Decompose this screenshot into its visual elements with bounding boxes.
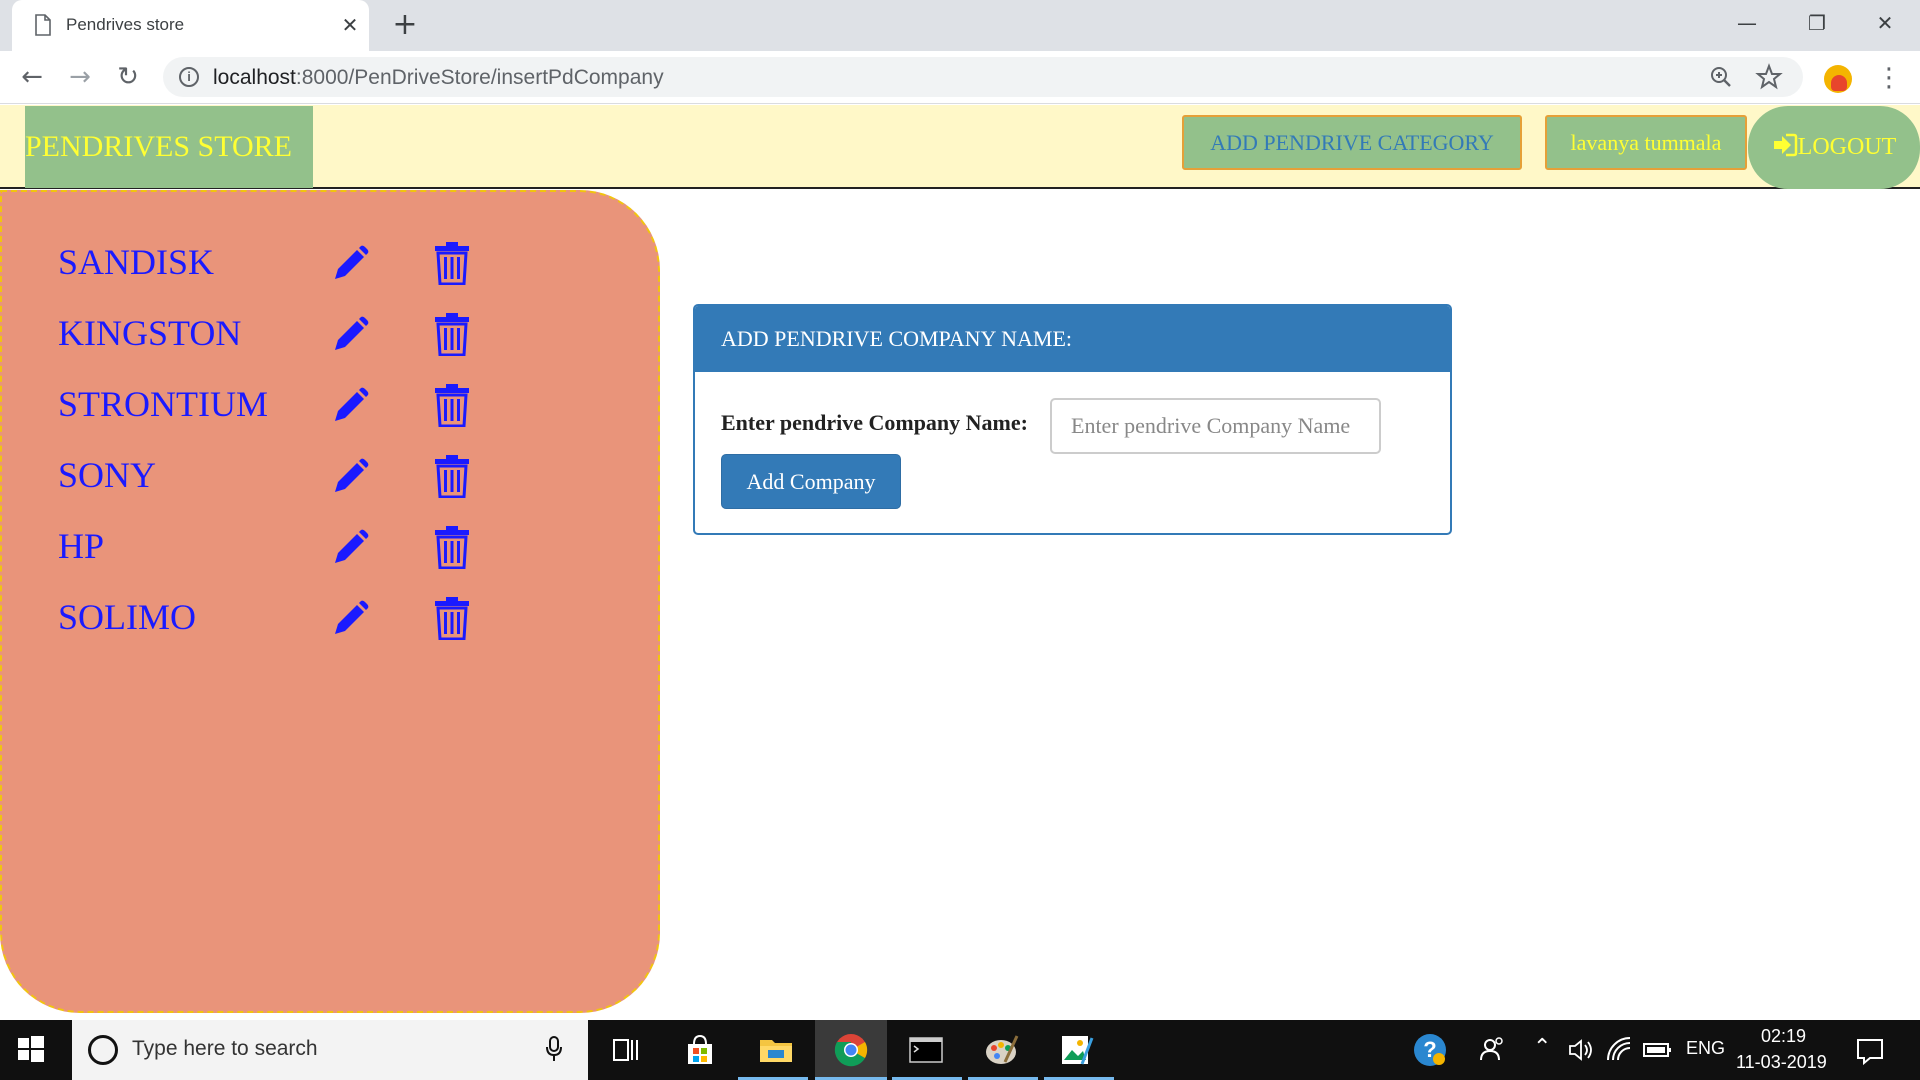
volume-icon[interactable] bbox=[1562, 1030, 1602, 1070]
edit-pencil-icon[interactable] bbox=[330, 528, 370, 568]
edit-pencil-icon[interactable] bbox=[330, 599, 370, 639]
company-row: HP bbox=[2, 523, 662, 583]
edit-pencil-icon[interactable] bbox=[330, 457, 370, 497]
edit-pencil-icon[interactable] bbox=[330, 244, 370, 284]
user-name-button[interactable]: lavanya tummala bbox=[1545, 115, 1747, 170]
company-sidebar: SANDISK KINGSTON STRONTIUM SONY HP SOLIM… bbox=[0, 190, 660, 1013]
people-icon[interactable] bbox=[1472, 1030, 1512, 1070]
document-icon bbox=[35, 14, 51, 36]
search-placeholder: Type here to search bbox=[132, 1037, 318, 1060]
window-close-icon[interactable]: ✕ bbox=[1865, 8, 1905, 38]
company-row: SANDISK bbox=[2, 239, 662, 299]
company-row: SONY bbox=[2, 452, 662, 512]
logout-icon bbox=[1773, 133, 1797, 157]
windows-start-icon[interactable] bbox=[16, 1034, 46, 1064]
url-text[interactable]: localhost:8000/PenDriveStore/insertPdCom… bbox=[213, 66, 664, 90]
forward-icon[interactable]: → bbox=[62, 59, 98, 95]
command-prompt-icon[interactable] bbox=[906, 1030, 946, 1070]
minimize-icon[interactable]: — bbox=[1727, 8, 1767, 38]
file-explorer-icon[interactable] bbox=[756, 1030, 796, 1070]
tab-title: Pendrives store bbox=[66, 15, 185, 34]
restore-icon[interactable]: ❐ bbox=[1797, 8, 1837, 38]
taskbar-search[interactable]: Type here to search bbox=[72, 1020, 588, 1080]
edit-pencil-icon[interactable] bbox=[330, 315, 370, 355]
help-icon[interactable]: ? bbox=[1410, 1030, 1450, 1070]
add-category-button[interactable]: ADD PENDRIVE CATEGORY bbox=[1182, 115, 1522, 170]
wifi-icon[interactable] bbox=[1600, 1030, 1640, 1070]
add-company-panel: ADD PENDRIVE COMPANY NAME: Enter pendriv… bbox=[693, 304, 1452, 535]
svg-text:?: ? bbox=[1423, 1037, 1436, 1062]
company-link[interactable]: KINGSTON bbox=[58, 310, 241, 356]
back-icon[interactable]: ← bbox=[14, 59, 50, 95]
clock-date[interactable]: 11-03-2019 bbox=[1736, 1052, 1827, 1073]
url-path: :8000/PenDriveStore/insertPdCompany bbox=[295, 66, 664, 89]
company-link[interactable]: STRONTIUM bbox=[58, 381, 268, 427]
delete-trash-icon[interactable] bbox=[434, 454, 470, 498]
chrome-icon[interactable] bbox=[831, 1030, 871, 1070]
url-host: localhost bbox=[213, 66, 296, 89]
clock-time[interactable]: 02:19 bbox=[1761, 1026, 1806, 1047]
edit-pencil-icon[interactable] bbox=[330, 386, 370, 426]
delete-trash-icon[interactable] bbox=[434, 383, 470, 427]
company-link[interactable]: SOLIMO bbox=[58, 594, 196, 640]
add-company-button[interactable]: Add Company bbox=[721, 454, 901, 509]
delete-trash-icon[interactable] bbox=[434, 596, 470, 640]
delete-trash-icon[interactable] bbox=[434, 312, 470, 356]
browser-toolbar: ← → ↻ i localhost:8000/PenDriveStore/ins… bbox=[0, 51, 1920, 104]
microphone-icon[interactable] bbox=[546, 1036, 562, 1062]
reload-icon[interactable]: ↻ bbox=[110, 59, 146, 95]
battery-icon[interactable] bbox=[1638, 1030, 1678, 1070]
company-row: KINGSTON bbox=[2, 310, 662, 370]
browser-tab-strip: Pendrives store ✕ + — ❐ ✕ bbox=[0, 0, 1920, 51]
company-row: STRONTIUM bbox=[2, 381, 662, 441]
company-link[interactable]: HP bbox=[58, 523, 104, 569]
company-link[interactable]: SANDISK bbox=[58, 239, 214, 285]
zoom-icon[interactable] bbox=[1707, 63, 1735, 91]
logout-label: LOGOUT bbox=[1797, 134, 1897, 160]
windows-taskbar: Type here to search ? ⌃ ENG 02:19 11-03-… bbox=[0, 1020, 1920, 1080]
company-name-label: Enter pendrive Company Name: bbox=[721, 410, 1028, 435]
language-indicator[interactable]: ENG bbox=[1686, 1038, 1725, 1059]
notifications-icon[interactable] bbox=[1850, 1030, 1890, 1070]
menu-icon[interactable]: ⋮ bbox=[1876, 61, 1902, 95]
browser-tab[interactable]: Pendrives store ✕ bbox=[12, 0, 369, 51]
store-icon[interactable] bbox=[680, 1030, 720, 1070]
delete-trash-icon[interactable] bbox=[434, 525, 470, 569]
info-icon[interactable]: i bbox=[179, 67, 199, 87]
site-header: PENDRIVES STORE ADD PENDRIVE CATEGORY la… bbox=[0, 105, 1920, 189]
address-bar[interactable]: i localhost:8000/PenDriveStore/insertPdC… bbox=[163, 57, 1803, 97]
logout-button[interactable]: LOGOUT bbox=[1748, 106, 1920, 189]
brand-logo[interactable]: PENDRIVES STORE bbox=[25, 106, 313, 188]
image-editor-icon[interactable] bbox=[1056, 1030, 1096, 1070]
company-link[interactable]: SONY bbox=[58, 452, 156, 498]
company-name-input[interactable] bbox=[1050, 398, 1381, 454]
tab-close-icon[interactable]: ✕ bbox=[338, 13, 362, 37]
panel-heading: ADD PENDRIVE COMPANY NAME: bbox=[695, 306, 1450, 372]
delete-trash-icon[interactable] bbox=[434, 241, 470, 285]
company-row: SOLIMO bbox=[2, 594, 662, 654]
task-view-icon[interactable] bbox=[606, 1030, 646, 1070]
profile-avatar[interactable] bbox=[1824, 65, 1852, 93]
show-hidden-icons[interactable]: ⌃ bbox=[1533, 1034, 1551, 1060]
cortana-icon bbox=[88, 1035, 118, 1065]
paint-icon[interactable] bbox=[981, 1030, 1021, 1070]
star-icon[interactable] bbox=[1755, 63, 1783, 91]
new-tab-icon[interactable]: + bbox=[390, 10, 420, 40]
